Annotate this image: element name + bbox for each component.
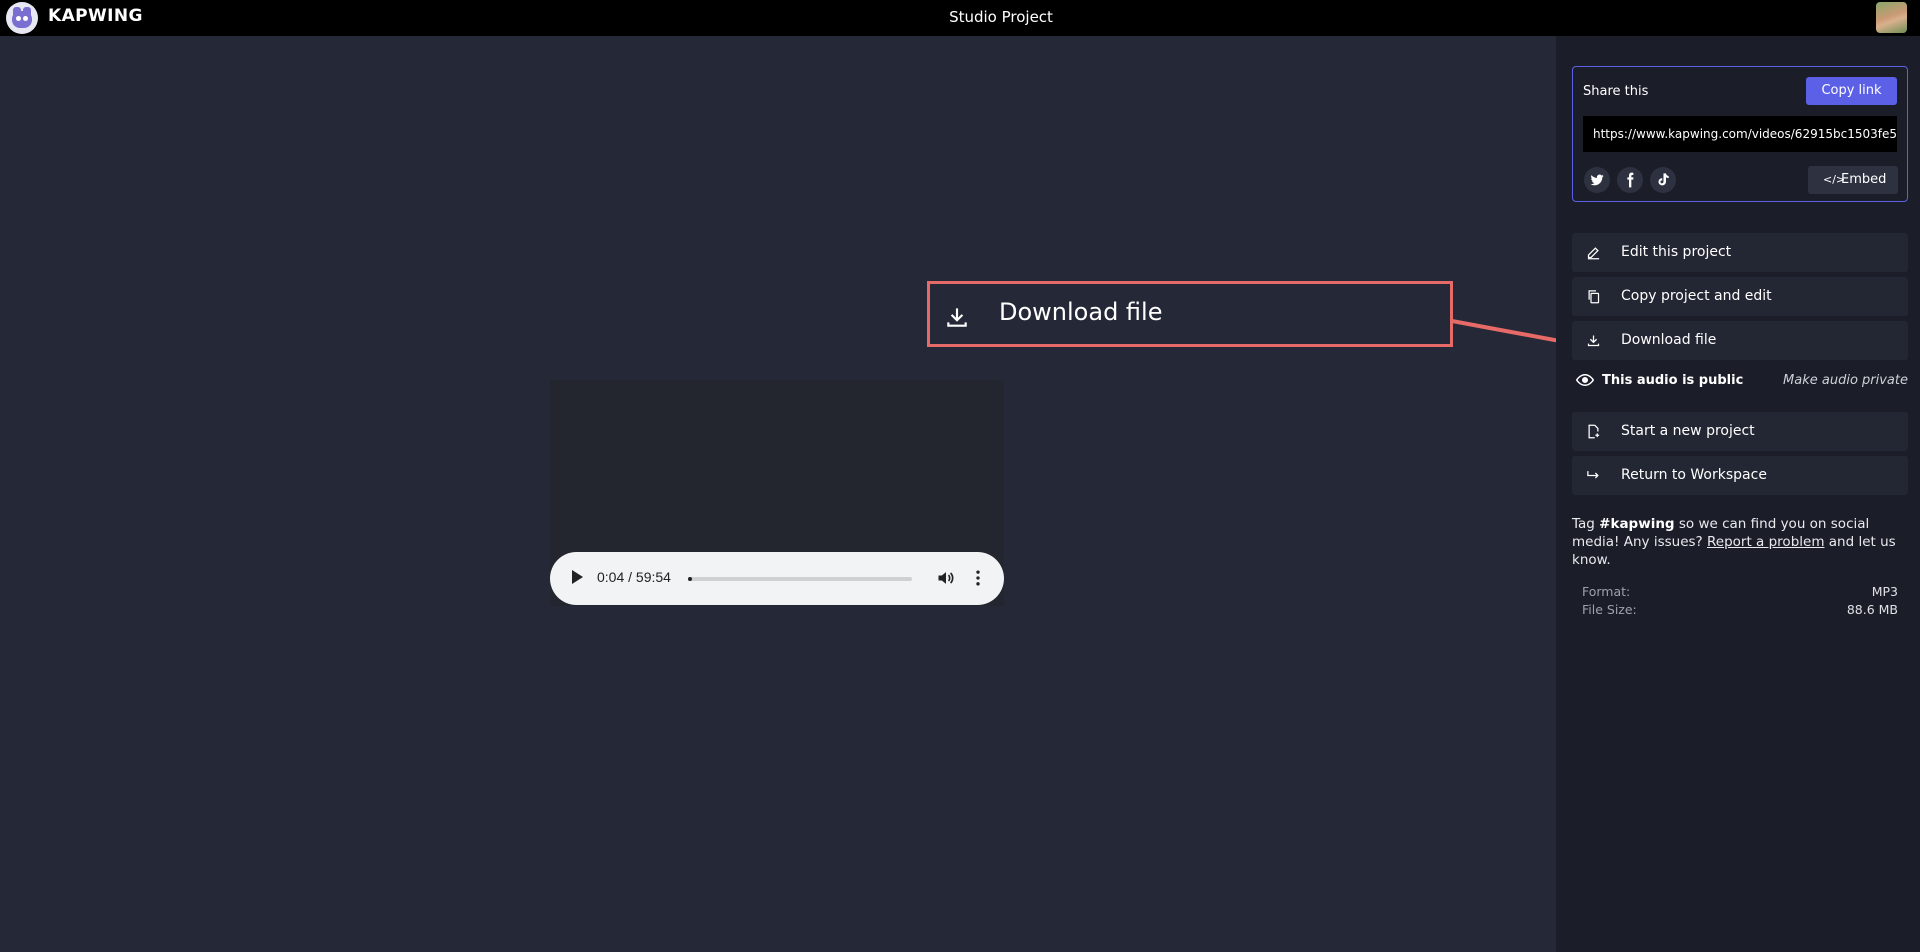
pencil-icon [1587, 247, 1600, 260]
format-row: Format: MP3 [1582, 584, 1898, 599]
make-private-link[interactable]: Make audio private [1783, 373, 1908, 388]
share-panel: Share this Copy link https://www.kapwing… [1572, 66, 1908, 202]
file-size-row: File Size: 88.6 MB [1582, 602, 1898, 617]
callout-label: Download file [999, 298, 1163, 326]
playback-time: 0:04 / 59:54 [597, 569, 671, 585]
share-url-field[interactable]: https://www.kapwing.com/videos/62915bc15… [1583, 116, 1897, 152]
page-title: Studio Project [949, 8, 1053, 26]
visibility-status: This audio is public [1602, 373, 1744, 388]
seek-progress [688, 577, 693, 581]
format-label: Format: [1582, 584, 1631, 599]
format-value: MP3 [1871, 584, 1898, 599]
report-problem-link[interactable]: Report a problem [1707, 534, 1824, 550]
volume-icon[interactable] [936, 568, 956, 588]
new-file-icon [1588, 424, 1600, 439]
code-icon: </> [1823, 173, 1846, 186]
download-icon [1587, 335, 1600, 347]
audio-player[interactable]: 0:04 / 59:54 [550, 552, 1004, 605]
copy-project-label: Copy project and edit [1621, 288, 1772, 304]
file-size-label: File Size: [1582, 602, 1637, 617]
more-options-icon[interactable] [968, 568, 988, 588]
return-arrow-icon [1587, 471, 1599, 479]
avatar[interactable] [1876, 2, 1907, 33]
visibility-row: This audio is public Make audio private [1572, 370, 1908, 392]
eye-icon [1576, 373, 1594, 387]
embed-button[interactable]: </> Embed [1808, 166, 1898, 194]
top-bar: KAPWING Studio Project [0, 0, 1920, 36]
tiktok-icon[interactable] [1650, 167, 1676, 193]
edit-project-button[interactable]: Edit this project [1572, 233, 1908, 272]
download-file-button[interactable]: Download file [1572, 321, 1908, 360]
hashtag: #kapwing [1599, 516, 1675, 532]
new-project-button[interactable]: Start a new project [1572, 412, 1908, 451]
download-file-callout: Download file [927, 281, 1453, 347]
sidebar: Share this Copy link https://www.kapwing… [1556, 36, 1920, 952]
new-project-label: Start a new project [1621, 423, 1755, 439]
edit-project-label: Edit this project [1621, 244, 1732, 260]
embed-label: Embed [1841, 172, 1887, 187]
file-size-value: 88.6 MB [1846, 602, 1898, 617]
play-icon[interactable] [572, 570, 583, 584]
share-title: Share this [1583, 84, 1649, 99]
seek-bar[interactable] [688, 577, 912, 581]
copy-icon [1588, 290, 1600, 304]
return-workspace-label: Return to Workspace [1621, 467, 1767, 483]
copy-link-button[interactable]: Copy link [1806, 77, 1897, 105]
twitter-icon[interactable] [1584, 167, 1610, 193]
facebook-icon[interactable] [1617, 167, 1643, 193]
download-icon [947, 308, 967, 327]
tag-message: Tag #kapwing so we can find you on socia… [1572, 516, 1896, 568]
copy-project-button[interactable]: Copy project and edit [1572, 277, 1908, 316]
download-file-label: Download file [1621, 332, 1717, 348]
return-workspace-button[interactable]: Return to Workspace [1572, 456, 1908, 495]
